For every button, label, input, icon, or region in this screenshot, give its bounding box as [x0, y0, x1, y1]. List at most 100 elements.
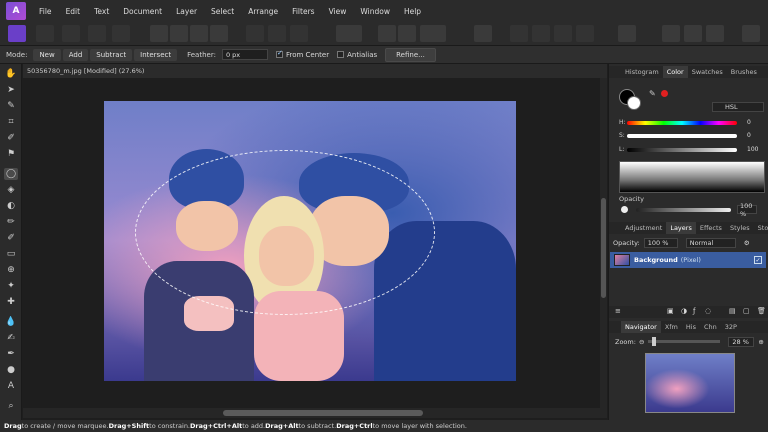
photo-persona-icon[interactable]	[8, 25, 26, 42]
fx-icon[interactable]: ƒ	[693, 307, 695, 315]
blend-mode-select[interactable]: Normal	[685, 238, 736, 248]
invert-selection-icon[interactable]	[290, 25, 308, 42]
tab-effects[interactable]: Effects	[696, 224, 726, 232]
menu-edit[interactable]: Edit	[59, 7, 88, 16]
color-opacity-input[interactable]: 100 %	[737, 202, 757, 218]
move-tool-icon[interactable]: ➤	[4, 84, 18, 96]
view-tool-hand-icon[interactable]: ✋	[4, 68, 18, 80]
secondary-color-swatch[interactable]	[627, 96, 641, 110]
menu-view[interactable]: View	[322, 7, 354, 16]
vertical-scrollbar[interactable]	[600, 78, 607, 408]
zoom-input[interactable]: 28 %	[728, 336, 755, 347]
antialias-toggle[interactable]: Antialias	[337, 51, 377, 59]
color-wheel-icon[interactable]	[150, 25, 168, 42]
delete-layer-icon[interactable]: 🗑	[757, 307, 766, 315]
paint-brush-tool-icon[interactable]: ✏	[4, 216, 18, 228]
recent-color-swatch[interactable]	[661, 90, 668, 97]
layer-settings-gear-icon[interactable]: ⚙	[744, 239, 750, 247]
hue-slider[interactable]	[627, 120, 737, 125]
horizontal-scroll-thumb[interactable]	[223, 410, 423, 416]
zoom-slider[interactable]	[648, 337, 721, 346]
red-eye-tool-icon[interactable]: ✚	[4, 296, 18, 308]
develop-persona-icon[interactable]	[62, 25, 80, 42]
mode-intersect-button[interactable]: Intersect	[134, 48, 178, 61]
selection-mode-icon[interactable]	[336, 25, 362, 42]
pen-tool-icon[interactable]: ✒	[4, 348, 18, 360]
gradient-tool-icon[interactable]: ◐	[4, 200, 18, 212]
crop-tool-icon[interactable]: ⌗	[4, 116, 18, 128]
blemish-tool-icon[interactable]: ✦	[4, 280, 18, 292]
snapping-icon[interactable]	[684, 25, 702, 42]
layer-opacity-input[interactable]: 100 %	[643, 238, 678, 248]
tab-styles[interactable]: Styles	[726, 224, 754, 232]
menu-layer[interactable]: Layer	[169, 7, 204, 16]
zoom-out-icon[interactable]: ⊖	[639, 338, 644, 346]
refine-button[interactable]: Refine...	[385, 47, 436, 62]
vertical-scroll-thumb[interactable]	[601, 198, 606, 298]
menu-file[interactable]: File	[32, 7, 59, 16]
saturation-slider[interactable]	[627, 133, 737, 138]
tab-adjustment[interactable]: Adjustment	[621, 224, 666, 232]
color-preview-box[interactable]	[619, 161, 765, 193]
group-folder-icon[interactable]: ▤	[729, 307, 736, 315]
zoom-slider-handle[interactable]	[652, 337, 657, 346]
mask-layer-icon[interactable]: ▣	[667, 307, 674, 315]
align-right-icon[interactable]	[554, 25, 572, 42]
flood-fill-tool-icon[interactable]: ◈	[4, 184, 18, 196]
add-layer-icon[interactable]: ▢	[743, 307, 750, 315]
assistant-icon[interactable]	[662, 25, 680, 42]
adjustment-layer-icon[interactable]: ◑	[681, 307, 687, 315]
align-left-icon[interactable]	[510, 25, 528, 42]
quick-mask-icon[interactable]	[398, 25, 416, 42]
export-persona-icon[interactable]	[112, 25, 130, 42]
marquee-select-icon[interactable]	[246, 25, 264, 42]
saturation-value[interactable]: 0	[747, 132, 751, 139]
menu-document[interactable]: Document	[116, 7, 169, 16]
pin-icon[interactable]	[474, 25, 492, 42]
erase-tool-icon[interactable]: ▭	[4, 248, 18, 260]
auto-color-icon[interactable]	[210, 25, 228, 42]
align-distribute-icon[interactable]	[576, 25, 594, 42]
tab-stock[interactable]: Stock	[754, 224, 768, 232]
tab-histogram[interactable]: Histogram	[621, 68, 663, 76]
brush-mode-icon[interactable]	[420, 25, 446, 42]
color-picker-tool-icon[interactable]: ✎	[4, 100, 18, 112]
grid-icon[interactable]	[378, 25, 396, 42]
mode-add-button[interactable]: Add	[62, 48, 89, 61]
color-model-select[interactable]: HSL	[712, 102, 764, 112]
menu-window[interactable]: Window	[353, 7, 397, 16]
tab-transform[interactable]: Xfm	[661, 323, 682, 331]
menu-filters[interactable]: Filters	[285, 7, 321, 16]
live-filter-icon[interactable]: ◌	[705, 307, 711, 315]
elliptical-selection-marquee[interactable]	[135, 150, 435, 315]
from-center-checkbox[interactable]	[275, 49, 283, 58]
liquify-persona-icon[interactable]	[36, 25, 54, 42]
tab-brushes[interactable]: Brushes	[727, 68, 761, 76]
from-center-toggle[interactable]: From Center	[275, 49, 329, 59]
smudge-tool-icon[interactable]: ✍	[4, 332, 18, 344]
menu-text[interactable]: Text	[87, 7, 116, 16]
tab-color[interactable]: Color	[662, 66, 688, 78]
hue-value[interactable]: 0	[747, 119, 751, 126]
tab-layers[interactable]: Layers	[666, 222, 696, 234]
contrast-icon[interactable]	[170, 25, 188, 42]
tab-navigator[interactable]: Navigator	[621, 321, 661, 333]
tab-channels[interactable]: Chn	[700, 323, 721, 331]
app-logo-icon[interactable]: A	[6, 2, 26, 20]
preview-icon[interactable]	[706, 25, 724, 42]
elliptical-marquee-tool-icon[interactable]: ◯	[4, 168, 18, 180]
blur-brush-tool-icon[interactable]: 💧	[4, 316, 18, 328]
navigator-thumbnail[interactable]	[645, 353, 735, 413]
align-center-icon[interactable]	[532, 25, 550, 42]
antialias-checkbox[interactable]	[337, 51, 345, 58]
lightness-slider[interactable]	[627, 147, 737, 152]
mode-new-button[interactable]: New	[33, 48, 61, 61]
hue-icon[interactable]	[190, 25, 208, 42]
dodge-tool-icon[interactable]: ✐	[4, 232, 18, 244]
lightness-value[interactable]: 100	[747, 146, 758, 153]
tone-mapping-persona-icon[interactable]	[88, 25, 106, 42]
layer-visibility-checkbox[interactable]: ✓	[754, 256, 762, 264]
menu-arrange[interactable]: Arrange	[241, 7, 285, 16]
tab-32p[interactable]: 32P	[721, 323, 741, 331]
flood-select-tool-icon[interactable]: ⚑	[4, 148, 18, 160]
